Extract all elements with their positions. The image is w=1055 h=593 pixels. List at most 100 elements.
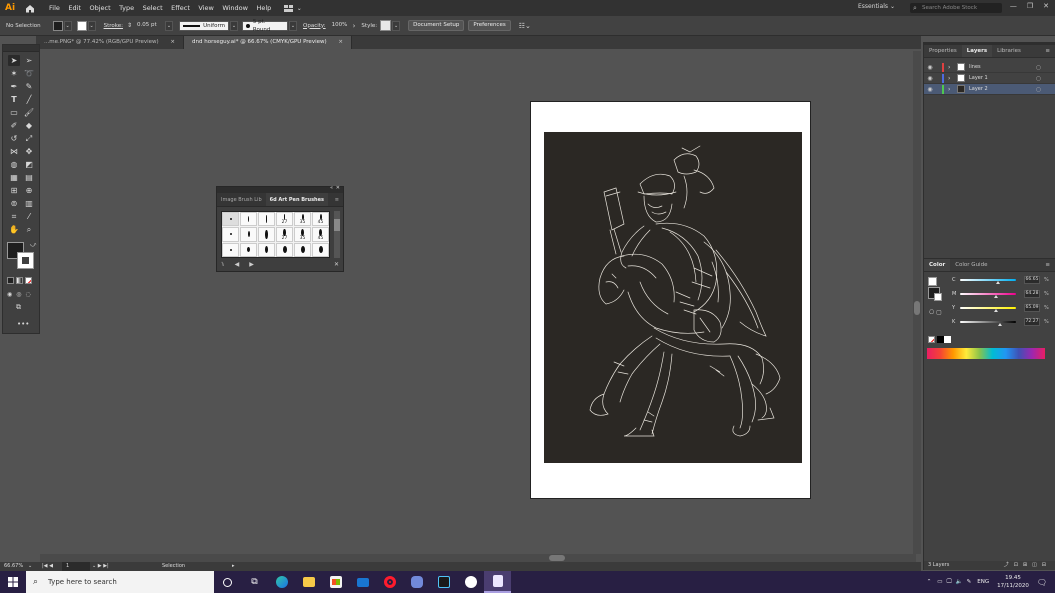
- tab-image-brush-lib[interactable]: Image Brush Lib: [217, 193, 266, 206]
- draw-inside-icon[interactable]: ◌: [26, 291, 31, 298]
- document-setup-button[interactable]: Document Setup: [408, 20, 465, 31]
- magic-wand-icon[interactable]: ✶: [8, 68, 20, 79]
- tab-color[interactable]: Color: [924, 259, 951, 271]
- channel-slider[interactable]: [960, 307, 1016, 312]
- slider-thumb[interactable]: [998, 323, 1003, 326]
- target-circle-icon[interactable]: ○: [1036, 64, 1041, 71]
- slider-thumb[interactable]: [993, 295, 998, 298]
- tab-document-2[interactable]: dnd horseguy.ai* @ 66.67% (CMYK/GPU Prev…: [184, 36, 352, 49]
- brush-definition[interactable]: 5 pt. Round: [242, 19, 288, 33]
- visibility-eye-icon[interactable]: ◉: [924, 64, 936, 71]
- store-app-icon[interactable]: [322, 571, 349, 593]
- notifications-icon[interactable]: 🗨: [1037, 578, 1047, 587]
- illustrator-app-icon[interactable]: [484, 571, 511, 593]
- mail-app-icon[interactable]: [349, 571, 376, 593]
- opacity-label[interactable]: Opacity:: [303, 23, 326, 29]
- color-mode-icon[interactable]: [7, 277, 14, 284]
- pen-tool-icon[interactable]: ✒: [8, 81, 20, 92]
- brush-panel-scrollbar[interactable]: [334, 211, 340, 258]
- panel-menu-icon[interactable]: ≡: [331, 193, 343, 206]
- layer-name[interactable]: Layer 1: [969, 75, 988, 81]
- gradient-mode-icon[interactable]: [16, 277, 23, 284]
- preferences-button[interactable]: Preferences: [468, 20, 511, 31]
- curvature-tool-icon[interactable]: ✎: [23, 81, 35, 92]
- draw-normal-icon[interactable]: ◉: [7, 291, 12, 298]
- menu-effect[interactable]: Effect: [171, 4, 190, 12]
- more-tools-icon[interactable]: •••: [17, 320, 29, 328]
- style-dropdown[interactable]: ⌄: [392, 20, 401, 31]
- expand-arrow-icon[interactable]: ›: [948, 64, 954, 71]
- clock[interactable]: 19.45 17/11/2020: [997, 574, 1029, 590]
- menu-window[interactable]: Window: [222, 4, 248, 12]
- restore-icon[interactable]: ❐: [1027, 2, 1033, 10]
- puppet-warp-icon[interactable]: ✥: [23, 146, 35, 157]
- channel-value-field[interactable]: 64.28: [1024, 290, 1040, 298]
- out-of-gamut-icon[interactable]: ⎔ ▢: [929, 309, 942, 316]
- menu-view[interactable]: View: [198, 4, 213, 12]
- channel-slider[interactable]: [960, 293, 1016, 298]
- tab-color-guide[interactable]: Color Guide: [950, 259, 992, 271]
- artboard-tool-icon[interactable]: ⌗: [8, 211, 20, 222]
- layer-actions-icons[interactable]: ⤴⊡⊞◫⊟: [1004, 561, 1055, 570]
- brush-swatch[interactable]: [258, 227, 275, 242]
- first-artboard-icon[interactable]: |◀ ◀: [42, 562, 53, 571]
- perspective-grid-icon[interactable]: ▦: [8, 172, 20, 183]
- tab-art-pen-brushes[interactable]: 6d Art Pen Brushes: [265, 193, 328, 206]
- black-swatch[interactable]: [937, 336, 944, 343]
- zoom-dropdown-icon[interactable]: ⌄: [28, 562, 32, 571]
- blend-tool-icon[interactable]: ⊚: [8, 198, 20, 209]
- rectangle-tool-icon[interactable]: ▭: [8, 107, 20, 118]
- vertical-scrollbar[interactable]: [913, 51, 921, 554]
- stroke-color-box[interactable]: [17, 252, 34, 269]
- horizontal-scrollbar[interactable]: [40, 554, 916, 562]
- brush-swatch[interactable]: [258, 212, 275, 227]
- shaper-tool-icon[interactable]: ✐: [8, 120, 20, 131]
- panel-header[interactable]: [3, 45, 39, 52]
- brush-swatch[interactable]: [312, 242, 329, 257]
- expand-arrow-icon[interactable]: ›: [948, 75, 954, 82]
- workspace-switcher[interactable]: Essentials ⌄: [858, 3, 895, 10]
- menu-type[interactable]: Type: [119, 4, 134, 12]
- home-icon[interactable]: [25, 4, 35, 13]
- layer-name[interactable]: lines: [969, 64, 981, 70]
- mesh-tool-icon[interactable]: ⊞: [8, 185, 20, 196]
- menu-help[interactable]: Help: [256, 4, 271, 12]
- close-icon[interactable]: ×: [170, 39, 175, 45]
- tab-libraries[interactable]: Libraries: [992, 45, 1026, 57]
- color-swatch-small[interactable]: [928, 277, 937, 286]
- hand-tool-icon[interactable]: ✋: [8, 224, 20, 235]
- target-circle-icon[interactable]: ○: [1036, 75, 1041, 82]
- layer-row-layer-2[interactable]: ◉ › Layer 2 ○: [924, 84, 1055, 95]
- brush-swatch[interactable]: [222, 212, 239, 227]
- clip-studio-app-icon[interactable]: [430, 571, 457, 593]
- taskbar-search-input[interactable]: ⌕ Type here to search: [26, 571, 214, 593]
- visibility-eye-icon[interactable]: ◉: [924, 75, 936, 82]
- discord-app-icon[interactable]: [403, 571, 430, 593]
- brush-swatch[interactable]: 27: [276, 212, 293, 227]
- type-tool-icon[interactable]: T: [8, 94, 20, 105]
- artboard-number[interactable]: 1: [62, 562, 90, 571]
- brush-swatch[interactable]: [240, 212, 257, 227]
- artwork-horseman-illustration[interactable]: [544, 132, 802, 463]
- scale-tool-icon[interactable]: ⤢: [23, 133, 35, 144]
- brush-swatch[interactable]: 45: [312, 227, 329, 242]
- menu-file[interactable]: File: [49, 4, 60, 12]
- brush-swatch[interactable]: [222, 242, 239, 257]
- channel-value-field[interactable]: 72.27: [1024, 318, 1040, 326]
- selection-tool-icon[interactable]: ➤: [8, 55, 20, 66]
- visibility-eye-icon[interactable]: ◉: [924, 86, 936, 93]
- library-menu-icon[interactable]: ⑊: [221, 261, 225, 268]
- panel-menu-icon[interactable]: ≡: [1040, 45, 1055, 57]
- eraser-icon[interactable]: ◆: [23, 120, 35, 131]
- close-icon[interactable]: ✕: [336, 185, 340, 191]
- channel-value-field[interactable]: 66.65: [1024, 276, 1040, 284]
- fill-dropdown[interactable]: ⌄: [63, 20, 72, 31]
- color-spectrum[interactable]: [927, 348, 1045, 359]
- expand-arrow-icon[interactable]: ›: [948, 86, 954, 93]
- live-paint-icon[interactable]: ◩: [23, 159, 35, 170]
- brush-swatch[interactable]: [240, 227, 257, 242]
- task-view-button[interactable]: ⧉: [241, 571, 268, 593]
- stroke-color-swatch[interactable]: [934, 293, 942, 301]
- edge-app-icon[interactable]: [268, 571, 295, 593]
- stroke-stepper-icon[interactable]: ⇕: [127, 22, 132, 29]
